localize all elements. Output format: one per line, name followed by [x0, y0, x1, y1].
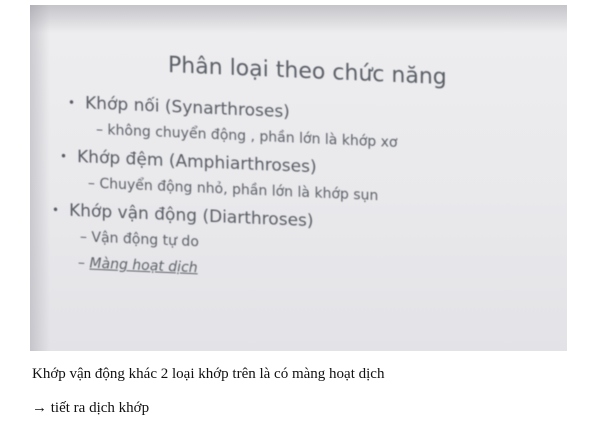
bullet-item: • Khớp nối (Synarthroses) [68, 93, 290, 123]
sub-item-text: – không chuyển động , phần lớn là khớp x… [96, 121, 398, 152]
sub-item-text: – Chuyển động nhỏ, phần lớn là khớp sụn [88, 175, 379, 205]
slide-photo: Phân loại theo chức năng • Khớp nối (Syna… [30, 5, 567, 351]
bullet-dot: • [60, 149, 68, 164]
bullet-dot: • [68, 95, 76, 110]
bullet-label: Khớp đệm (Amphiarthroses) [77, 147, 317, 178]
sub-item: – không chuyển động , phần lớn là khớp x… [96, 122, 398, 151]
dash-glyph: – [78, 255, 85, 272]
sub-item: – Chuyển động nhỏ, phần lớn là khớp sụn [88, 176, 378, 205]
bullet-item: • Khớp đệm (Amphiarthroses) [60, 146, 317, 177]
bullet-label: Khớp vận động (Diarthroses) [69, 200, 314, 232]
bullet-dot: • [52, 202, 60, 218]
slide-title: Phân loại theo chức năng [168, 53, 447, 91]
caption-line-2: → tiết ra dịch khớp [32, 400, 150, 416]
sub-item-text: – Vận động tự do [80, 229, 199, 251]
bullet-label: Khớp nối (Synarthroses) [85, 93, 290, 123]
slide-content: Phân loại theo chức năng • Khớp nối (Syna… [30, 5, 567, 351]
bullet-item: • Khớp vận động (Diarthroses) [52, 200, 314, 232]
sub-item: – Vận động tự do [80, 229, 199, 250]
sub-item-text: Màng hoạt dịch [89, 255, 198, 277]
sub-item: – Màng hoạt dịch [78, 255, 198, 276]
caption-line-1: Khớp vận động khác 2 loại khớp trên là c… [32, 366, 385, 382]
